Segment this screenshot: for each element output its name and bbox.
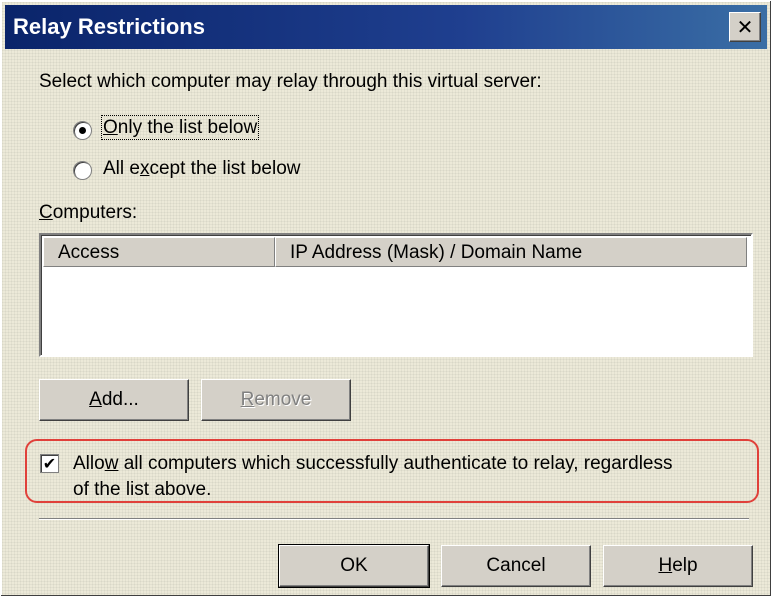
dialog-title: Relay Restrictions bbox=[13, 14, 205, 39]
title-bar[interactable]: Relay Restrictions ✕ bbox=[5, 5, 767, 49]
remove-button[interactable]: Remove bbox=[201, 379, 351, 421]
radio-all-except-list[interactable] bbox=[73, 161, 92, 180]
checkmark-icon: ✔ bbox=[42, 454, 57, 473]
radio-all-except-list-label[interactable]: All except the list below bbox=[103, 158, 301, 180]
ok-button[interactable]: OK bbox=[278, 544, 430, 588]
column-header-ip-domain[interactable]: IP Address (Mask) / Domain Name bbox=[275, 237, 747, 267]
separator bbox=[39, 518, 749, 520]
computers-label: Computers: bbox=[39, 202, 138, 223]
close-button[interactable]: ✕ bbox=[729, 12, 761, 42]
allow-authenticated-relay-label[interactable]: Allow all computers which successfully a… bbox=[73, 451, 673, 503]
radio-only-list-below-label[interactable]: Only the list below bbox=[100, 115, 260, 140]
cancel-button[interactable]: Cancel bbox=[441, 545, 591, 587]
allow-authenticated-relay-checkbox[interactable]: ✔ bbox=[40, 454, 59, 473]
radio-only-list-below[interactable] bbox=[73, 121, 92, 140]
computers-list[interactable]: Access IP Address (Mask) / Domain Name bbox=[39, 233, 753, 357]
relay-prompt: Select which computer may relay through … bbox=[39, 71, 542, 92]
column-header-access[interactable]: Access bbox=[43, 237, 275, 267]
help-button[interactable]: Help bbox=[603, 545, 753, 587]
close-icon: ✕ bbox=[736, 15, 754, 39]
radio-label-focus: Only the list below bbox=[100, 115, 260, 140]
add-button[interactable]: Add... bbox=[39, 379, 189, 421]
relay-restrictions-dialog: Relay Restrictions ✕ Select which comput… bbox=[0, 0, 772, 597]
